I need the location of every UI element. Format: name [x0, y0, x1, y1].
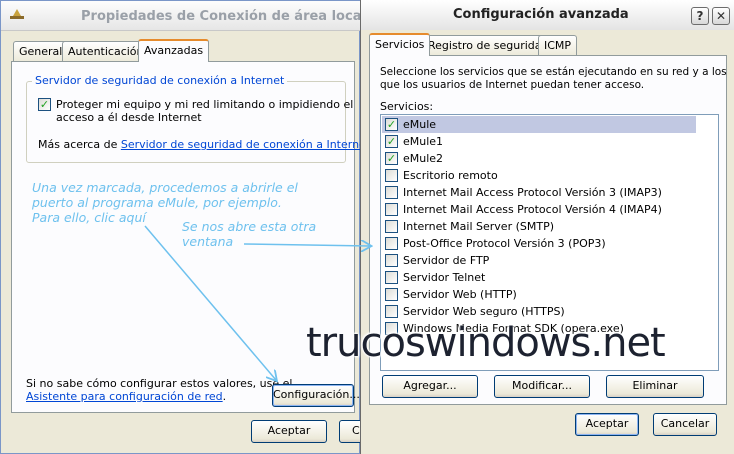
note1-line2: puerto al programa eMule, por ejemplo. — [32, 195, 282, 210]
note1-line1: Una vez marcada, procedemos a abrirle el — [32, 180, 298, 195]
tab-servicios[interactable]: Servicios — [369, 33, 431, 56]
note2-line2: ventana — [182, 234, 234, 249]
annotation-note-2: Se nos abre esta otra ventana — [182, 219, 316, 249]
arrow-to-configuration — [144, 225, 276, 380]
tab-avanzadas[interactable]: Avanzadas — [138, 39, 210, 62]
annotation-arrows — [144, 225, 734, 454]
watermark: trucoswindows.net — [306, 320, 666, 366]
note2-line1: Se nos abre esta otra — [182, 219, 317, 234]
